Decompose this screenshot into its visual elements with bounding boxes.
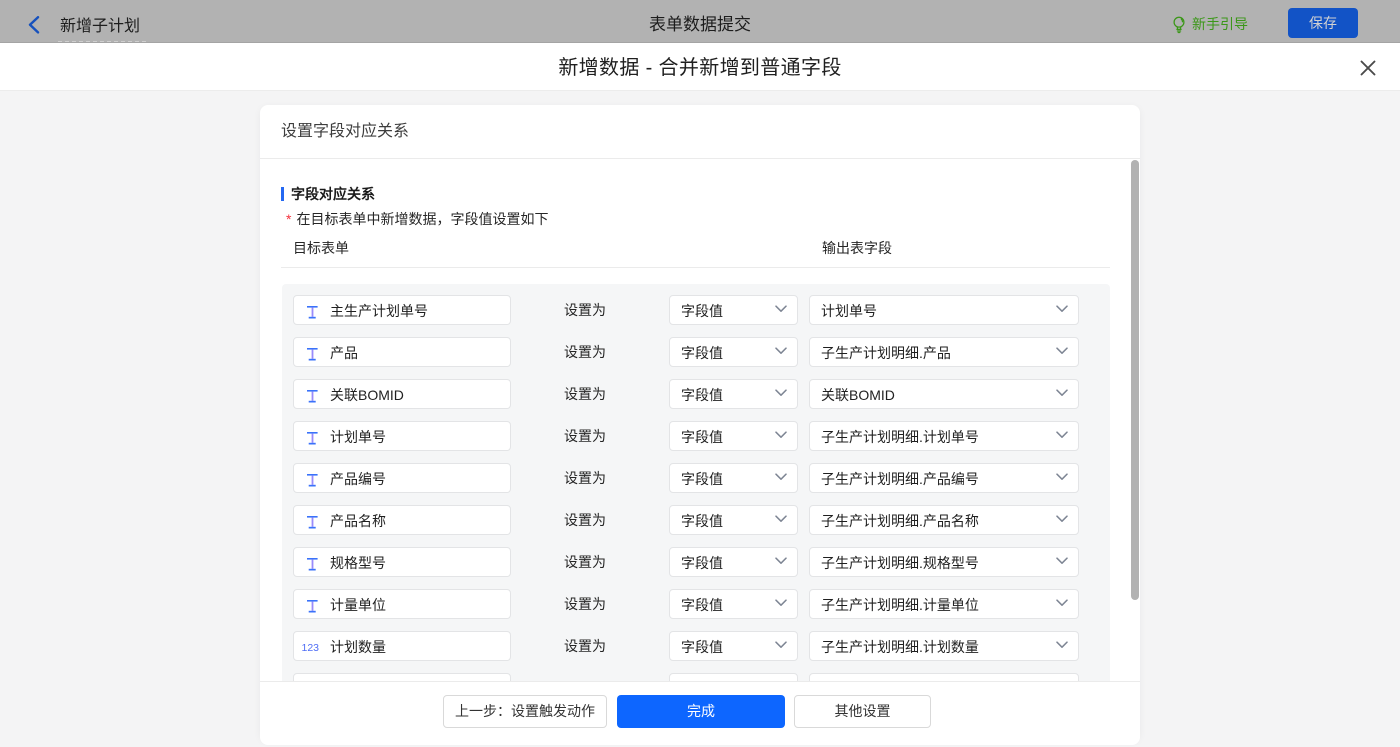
svg-text:123: 123 — [302, 642, 320, 653]
